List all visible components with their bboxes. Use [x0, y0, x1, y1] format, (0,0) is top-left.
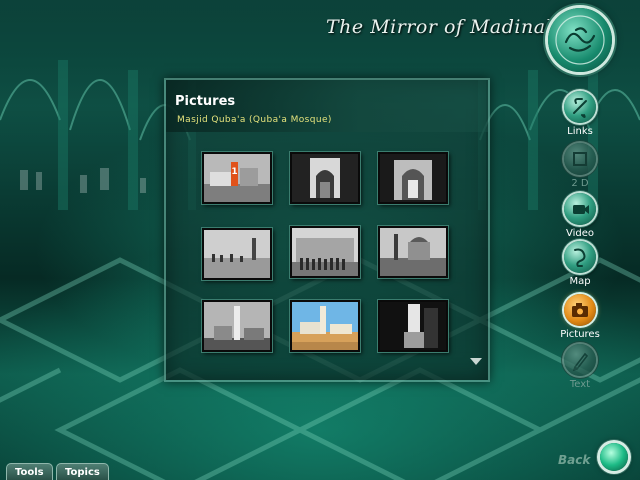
nav-links-button[interactable]: Links	[558, 91, 602, 137]
scroll-down-arrow-icon[interactable]	[470, 358, 482, 365]
photo-thumbnail-3[interactable]	[378, 152, 448, 204]
app-title: The Mirror of Madinah	[326, 16, 559, 38]
nav-text-label: Text	[569, 379, 591, 390]
photo-thumbnail-7[interactable]	[202, 300, 272, 352]
nav-map-button[interactable]: Map	[558, 241, 602, 287]
photo-thumbnail-8[interactable]	[290, 300, 360, 352]
pen-icon	[564, 344, 596, 376]
link-icon	[564, 91, 596, 123]
nav-2d-label: 2 D	[571, 178, 589, 189]
photo-thumbnail-6[interactable]	[378, 226, 448, 278]
tools-tab[interactable]: Tools	[6, 463, 53, 480]
nav-2d-button[interactable]: 2 D	[558, 143, 602, 189]
nav-pictures-label: Pictures	[560, 329, 600, 340]
panel-title: Pictures	[175, 94, 236, 109]
app-window: The Mirror of Madinah Pictures Masjid Qu…	[0, 0, 640, 480]
nav-pictures-button[interactable]: Pictures	[558, 294, 602, 340]
nav-links-label: Links	[567, 126, 593, 137]
square-icon	[564, 143, 596, 175]
photo-thumbnail-2[interactable]	[290, 152, 360, 204]
video-camera-icon	[564, 193, 596, 225]
photo-thumbnail-9[interactable]	[378, 300, 448, 352]
map-icon	[564, 241, 596, 273]
photo-thumbnail-4[interactable]	[202, 228, 272, 280]
panel-header: Pictures Masjid Quba'a (Quba'a Mosque)	[166, 80, 488, 132]
nav-video-label: Video	[565, 228, 595, 239]
nav-video-button[interactable]: Video	[558, 193, 602, 239]
nav-map-label: Map	[569, 276, 591, 287]
photo-badge-number: 1	[231, 167, 237, 177]
topics-tab[interactable]: Topics	[56, 463, 109, 480]
camera-icon	[564, 294, 596, 326]
calligraphy-emblem-logo	[548, 8, 612, 72]
photo-thumbnail-5[interactable]	[290, 226, 360, 278]
back-button[interactable]	[600, 443, 628, 471]
photo-thumbnail-1[interactable]: 1	[202, 152, 272, 204]
nav-text-button[interactable]: Text	[558, 344, 602, 390]
back-label[interactable]: Back	[558, 453, 590, 467]
panel-subtitle: Masjid Quba'a (Quba'a Mosque)	[177, 115, 332, 125]
